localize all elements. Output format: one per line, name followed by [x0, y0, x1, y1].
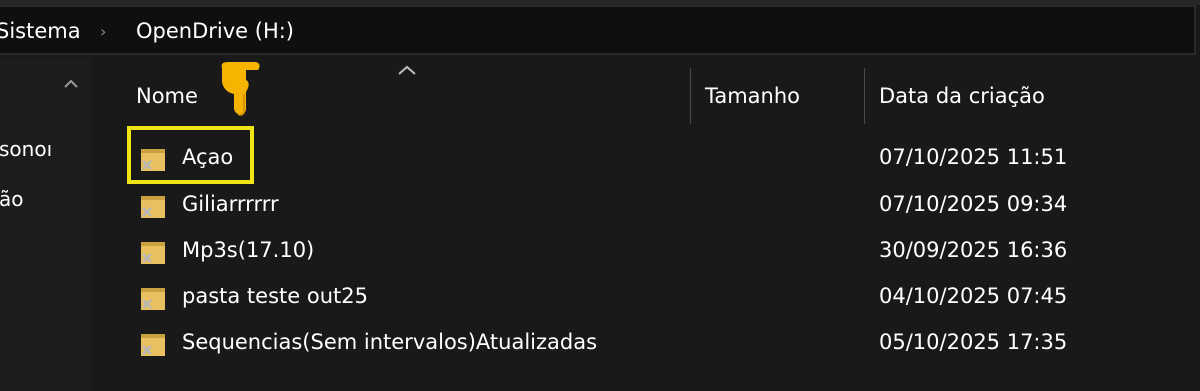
- highlight-box: [127, 126, 254, 184]
- nav-item-2[interactable]: ão: [0, 187, 24, 211]
- file-row[interactable]: Mp3s(17.10) 30/09/2025 16:36: [131, 231, 1191, 271]
- breadcrumb-item-current-drive[interactable]: OpenDrive (H:): [136, 19, 294, 43]
- file-name[interactable]: pasta teste out25: [182, 284, 368, 308]
- column-header-date-created[interactable]: Data da criação: [879, 84, 1045, 108]
- column-divider[interactable]: [690, 68, 691, 124]
- file-date-created: 07/10/2025 11:51: [879, 145, 1068, 169]
- folder-offline-icon: [141, 242, 165, 264]
- folder-offline-icon: [141, 334, 165, 356]
- file-list[interactable]: Nome Tamanho Data da criação Açao 07/10/…: [93, 58, 1200, 391]
- breadcrumb-item-sistema[interactable]: Sistema: [0, 19, 81, 43]
- scroll-up-icon[interactable]: [60, 78, 82, 98]
- column-header-size[interactable]: Tamanho: [705, 84, 800, 108]
- folder-offline-icon: [141, 288, 165, 310]
- chevron-right-icon[interactable]: ›: [100, 22, 106, 41]
- navigation-pane[interactable]: sonoı ão: [0, 58, 93, 391]
- pointing-hand-icon: [221, 62, 260, 116]
- file-row[interactable]: Açao 07/10/2025 11:51: [131, 138, 1191, 178]
- file-name[interactable]: Sequencias(Sem intervalos)Atualizadas: [182, 330, 597, 354]
- column-divider[interactable]: [864, 68, 865, 124]
- file-row[interactable]: Sequencias(Sem intervalos)Atualizadas 05…: [131, 323, 1191, 363]
- folder-offline-icon: [141, 196, 165, 218]
- file-date-created: 05/10/2025 17:35: [879, 330, 1068, 354]
- sort-ascending-icon: [398, 65, 416, 75]
- column-header-name[interactable]: Nome: [136, 84, 198, 108]
- file-row[interactable]: Giliarrrrrr 07/10/2025 09:34: [131, 185, 1191, 225]
- file-date-created: 04/10/2025 07:45: [879, 284, 1068, 308]
- file-date-created: 30/09/2025 16:36: [879, 238, 1068, 262]
- nav-item-1[interactable]: sonoı: [0, 137, 52, 161]
- address-bar[interactable]: Sistema › OpenDrive (H:): [0, 5, 1196, 55]
- file-date-created: 07/10/2025 09:34: [879, 192, 1068, 216]
- file-name[interactable]: Giliarrrrrr: [182, 192, 279, 216]
- file-name[interactable]: Mp3s(17.10): [182, 238, 314, 262]
- file-row[interactable]: pasta teste out25 04/10/2025 07:45: [131, 277, 1191, 317]
